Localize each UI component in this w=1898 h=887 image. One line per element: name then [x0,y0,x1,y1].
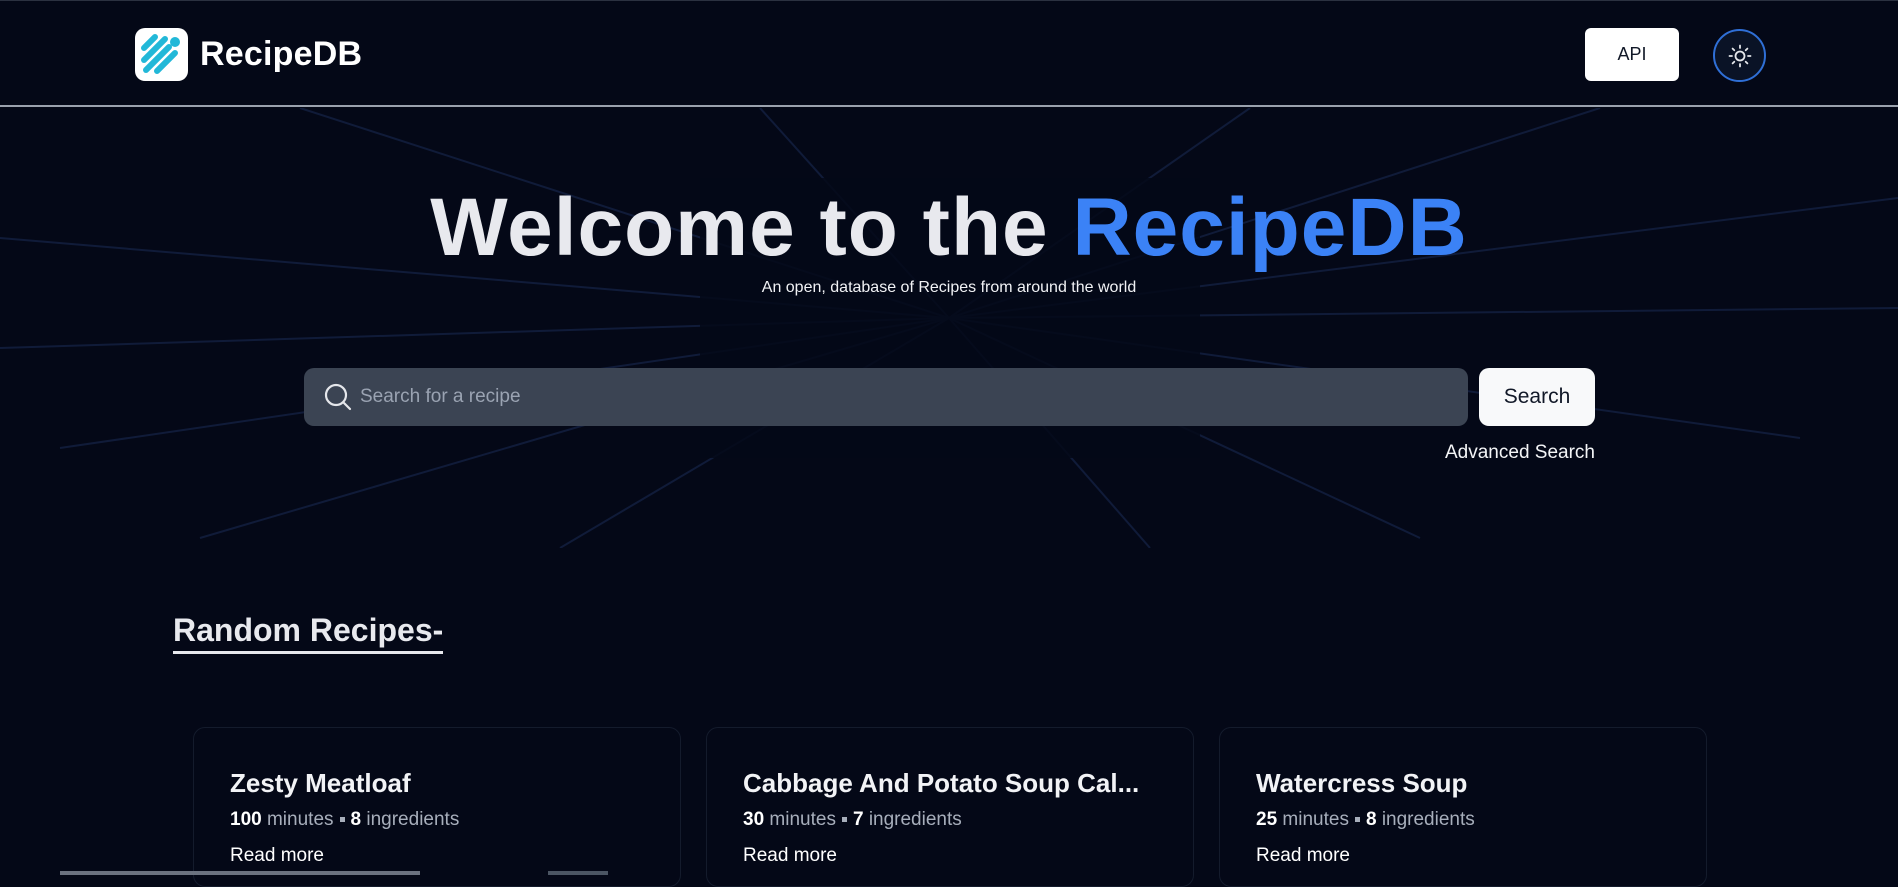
hero-subtitle: An open, database of Recipes from around… [761,279,1137,296]
theme-toggle-button[interactable] [1713,29,1766,82]
search-button[interactable]: Search [1479,368,1595,426]
recipe-ingredients-unit: ingredients [868,809,962,830]
recipe-ingredients-unit: ingredients [1381,809,1475,830]
sun-icon [1728,44,1751,67]
recipe-ingredients-unit: ingredients [366,809,460,830]
recipe-minutes: 25 [1256,809,1278,830]
read-more-link[interactable]: Read more [743,845,837,867]
separator-dot [1354,817,1360,823]
recipe-minutes-unit: minutes [769,809,836,830]
separator-dot [841,817,847,823]
read-more-link[interactable]: Read more [230,845,324,867]
horizontal-scrollbar-thumb[interactable] [548,871,608,875]
recipe-minutes-unit: minutes [266,809,334,830]
recipe-title[interactable]: Cabbage And Potato Soup Cal... [743,768,1163,799]
search-input[interactable] [360,368,1450,426]
recipe-meta: 30 minutes 7 ingredients [743,809,962,831]
advanced-search-link[interactable]: Advanced Search [1400,442,1595,464]
recipe-card[interactable]: Cabbage And Potato Soup Cal... 30 minute… [706,727,1194,887]
horizontal-scrollbar[interactable] [60,871,420,875]
recipe-ingredients: 7 [852,809,864,830]
hero-title-main: Welcome to the [430,182,1073,273]
recipe-title[interactable]: Zesty Meatloaf [230,768,650,799]
recipe-card[interactable]: Watercress Soup 25 minutes 8 ingredients … [1219,727,1707,887]
separator-dot [339,817,345,823]
recipe-minutes: 100 [230,809,262,830]
hero-title: Welcome to the RecipeDB [0,178,1898,278]
hero-title-accent: RecipeDB [1072,182,1468,273]
recipe-ingredients: 8 [350,809,362,830]
search-bar [304,368,1468,426]
brand-logo[interactable]: RecipeDB [135,28,362,81]
search-icon [324,383,352,411]
recipe-card[interactable]: Zesty Meatloaf 100 minutes 8 ingredients … [193,727,681,887]
recipe-meta: 100 minutes 8 ingredients [230,809,459,831]
random-recipes-heading: Random Recipes- [173,612,444,654]
recipe-ingredients: 8 [1365,809,1377,830]
logo-text: RecipeDB [200,35,363,73]
hero-background-rays [0,108,1898,548]
api-button[interactable]: API [1585,28,1679,81]
recipe-minutes-unit: minutes [1282,809,1349,830]
logo-icon [135,28,188,81]
recipe-title[interactable]: Watercress Soup [1256,768,1676,799]
recipe-minutes: 30 [743,809,765,830]
read-more-link[interactable]: Read more [1256,845,1350,867]
recipe-meta: 25 minutes 8 ingredients [1256,809,1475,831]
top-navbar: RecipeDB API [0,0,1898,107]
